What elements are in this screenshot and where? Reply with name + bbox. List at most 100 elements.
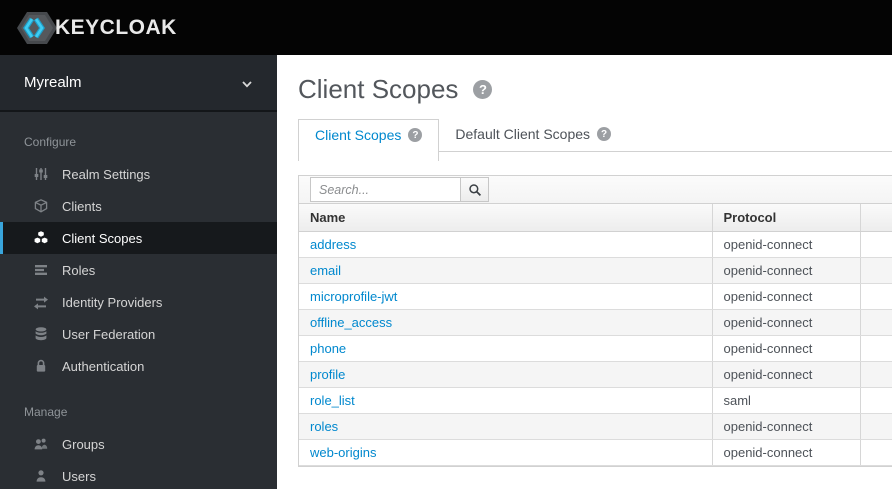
cell-extra	[859, 231, 892, 258]
cell-extra	[859, 309, 892, 336]
sidebar-item-label: User Federation	[62, 326, 156, 342]
sidebar-item-label: Client Scopes	[62, 230, 143, 246]
tab-client-scopes[interactable]: Client Scopes?	[298, 119, 440, 161]
column-header-protocol: Protocol	[711, 204, 860, 232]
sidebar-item-groups[interactable]: Groups	[0, 428, 277, 460]
cell-name: profile	[299, 361, 712, 388]
cell-name: phone	[299, 335, 712, 362]
scope-link-web-origins[interactable]: web-origins	[310, 445, 376, 460]
table-row: web-origins openid-connect	[299, 439, 892, 466]
scope-link-microprofile-jwt[interactable]: microprofile-jwt	[310, 289, 397, 304]
table-row: roles openid-connect	[299, 413, 892, 440]
exchange-arrows-icon	[32, 294, 50, 310]
search-button[interactable]	[461, 177, 489, 202]
keycloak-logo[interactable]: KEYCLOAK	[15, 8, 177, 48]
table-row: microprofile-jwt openid-connect	[299, 283, 892, 310]
sidebar-nav: Configure Realm Settings Clients Client Sco…	[0, 112, 277, 492]
cell-extra	[859, 257, 892, 284]
sidebar: Myrealm Configure Realm Settings Clients Cl…	[0, 55, 277, 489]
sidebar-item-label: Clients	[62, 198, 102, 214]
cell-name: microprofile-jwt	[299, 283, 712, 310]
sidebar-item-label: Realm Settings	[62, 166, 151, 182]
cell-extra	[859, 335, 892, 362]
cubes-icon	[32, 230, 50, 246]
user-icon	[32, 468, 50, 484]
help-icon[interactable]: ?	[597, 127, 612, 141]
main-content: Client Scopes ? Client Scopes? Default Cl…	[277, 55, 892, 489]
cube-icon	[32, 198, 50, 214]
cell-name: address	[299, 231, 712, 258]
tab-label: Client Scopes	[315, 127, 402, 143]
table-row: role_list saml	[299, 387, 892, 414]
client-scopes-table: Name Protocol addressopenid-connectemail…	[298, 175, 892, 467]
chevron-down-icon	[241, 77, 253, 89]
sidebar-item-identity-providers[interactable]: Identity Providers	[0, 286, 277, 318]
table-row: phone openid-connect	[299, 335, 892, 362]
database-icon	[32, 326, 50, 342]
sidebar-item-client-scopes[interactable]: Client Scopes	[0, 222, 277, 254]
cell-extra	[859, 361, 892, 388]
sidebar-item-label: Users	[62, 468, 96, 484]
page-title: Client Scopes	[298, 74, 459, 104]
nav-section-label-manage: Manage	[24, 405, 68, 419]
tab-default-client-scopes[interactable]: Default Client Scopes?	[439, 119, 627, 149]
top-bar: KEYCLOAK	[0, 0, 892, 55]
cell-name: roles	[299, 413, 712, 440]
search-icon	[468, 183, 482, 197]
scope-link-role-list[interactable]: role_list	[310, 393, 355, 408]
table-toolbar	[299, 176, 892, 204]
column-header-name: Name	[299, 204, 712, 232]
cell-extra	[859, 387, 892, 414]
tab-bar: Client Scopes? Default Client Scopes?	[298, 119, 892, 164]
cell-protocol: openid-connect	[711, 335, 860, 362]
cell-protocol: openid-connect	[711, 309, 860, 336]
sidebar-item-users[interactable]: Users	[0, 460, 277, 492]
table-row: email openid-connect	[299, 257, 892, 284]
cell-extra	[859, 439, 892, 466]
table-row: address openid-connect	[299, 231, 892, 258]
search-input[interactable]	[310, 177, 461, 202]
sliders-icon	[32, 166, 50, 182]
lock-icon	[32, 358, 50, 374]
sidebar-item-label: Groups	[62, 436, 105, 452]
realm-selector[interactable]: Myrealm	[0, 55, 277, 112]
table-row: offline_access openid-connect	[299, 309, 892, 336]
cell-name: offline_access	[299, 309, 712, 336]
cell-extra	[859, 413, 892, 440]
cell-protocol: saml	[711, 387, 860, 414]
cell-protocol: openid-connect	[711, 283, 860, 310]
cell-name: role_list	[299, 387, 712, 414]
list-bars-icon	[32, 262, 50, 278]
sidebar-item-label: Identity Providers	[62, 294, 163, 310]
sidebar-item-label: Roles	[62, 262, 96, 278]
sidebar-item-authentication[interactable]: Authentication	[0, 350, 277, 382]
cell-name: email	[299, 257, 712, 284]
cell-protocol: openid-connect	[711, 413, 860, 440]
sidebar-item-realm-settings[interactable]: Realm Settings	[0, 158, 277, 190]
users-icon	[32, 436, 50, 452]
scope-link-profile[interactable]: profile	[310, 367, 345, 382]
cell-name: web-origins	[299, 439, 712, 466]
scope-link-email[interactable]: email	[310, 263, 341, 278]
scope-link-roles[interactable]: roles	[310, 419, 338, 434]
cell-protocol: openid-connect	[711, 361, 860, 388]
scope-link-offline-access[interactable]: offline_access	[310, 315, 392, 330]
keycloak-hexagon-icon	[15, 8, 59, 48]
scope-link-address[interactable]: address	[310, 237, 356, 252]
tab-label: Default Client Scopes	[455, 126, 591, 142]
sidebar-item-roles[interactable]: Roles	[0, 254, 277, 286]
sidebar-item-user-federation[interactable]: User Federation	[0, 318, 277, 350]
column-header-extra	[859, 204, 892, 232]
cell-protocol: openid-connect	[711, 257, 860, 284]
help-icon[interactable]: ?	[473, 80, 493, 99]
scope-link-phone[interactable]: phone	[310, 341, 346, 356]
cell-protocol: openid-connect	[711, 231, 860, 258]
table-header-row: Name Protocol	[299, 204, 892, 232]
sidebar-item-clients[interactable]: Clients	[0, 190, 277, 222]
help-icon[interactable]: ?	[408, 128, 423, 142]
sidebar-item-label: Authentication	[62, 358, 145, 374]
realm-name: Myrealm	[24, 74, 82, 91]
nav-section-label-configure: Configure	[24, 135, 77, 149]
cell-protocol: openid-connect	[711, 439, 860, 466]
cell-extra	[859, 283, 892, 310]
